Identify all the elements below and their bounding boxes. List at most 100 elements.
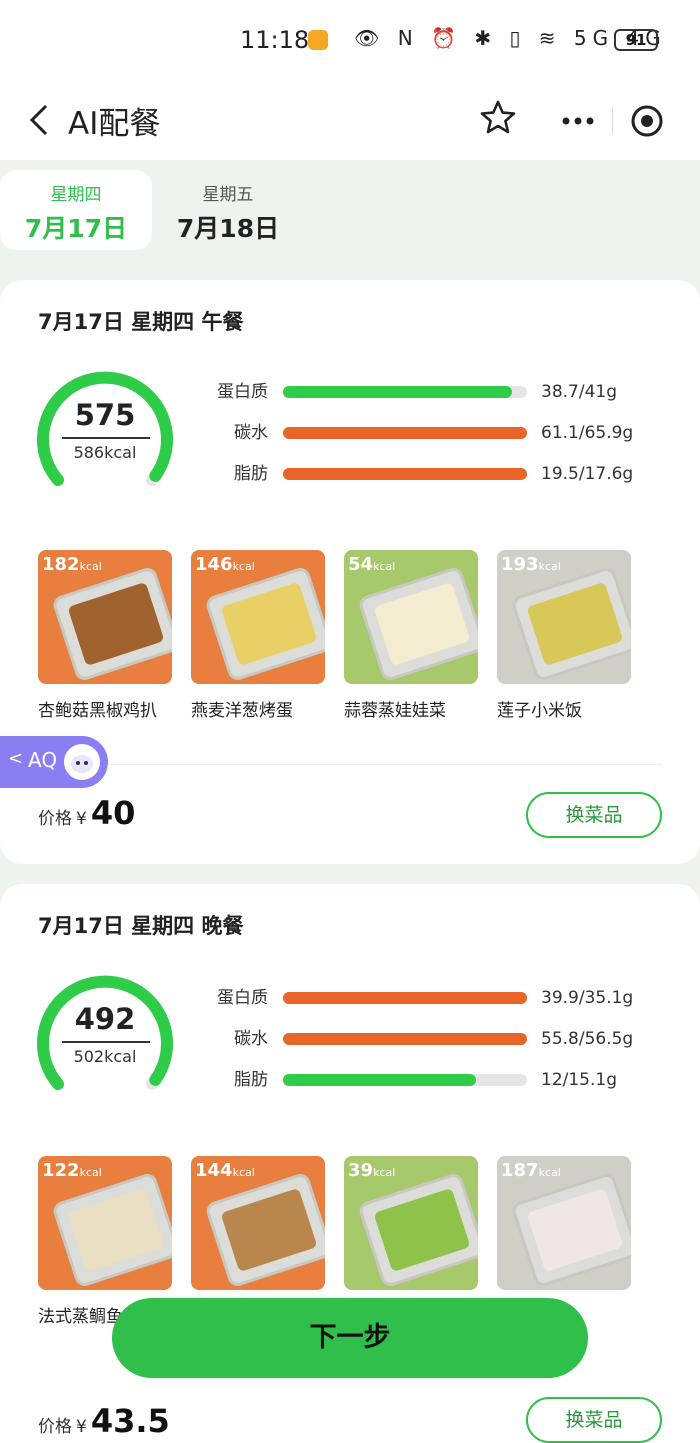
macro-value: 19.5/17.6g <box>541 464 634 484</box>
card-divider <box>38 764 662 765</box>
meal-title: 7月17日 星期四 午餐 <box>38 310 244 334</box>
dish-photo: 193kcal <box>497 550 631 684</box>
lunch-card: 7月17日 星期四 午餐 575 586kcal 蛋白质 38.7/41g 碳水… <box>0 280 700 864</box>
macro-value: 55.8/56.5g <box>541 1029 634 1049</box>
macro-track <box>283 992 527 1004</box>
dish-card[interactable]: 146kcal 燕麦洋葱烤蛋 <box>191 550 325 721</box>
dish-tray <box>357 1171 478 1289</box>
dish-kcal: 187kcal <box>501 1160 561 1181</box>
page-title: AI配餐 <box>68 106 161 142</box>
tab-date: 7月18日 <box>176 214 280 243</box>
price-value: 40 <box>90 794 136 832</box>
macro-label: 碳水 <box>234 423 268 443</box>
dish-photo: 182kcal <box>38 550 172 684</box>
dish-card[interactable]: 187kcal <box>497 1156 631 1302</box>
dish-kcal: 182kcal <box>42 554 102 575</box>
dish-tray <box>204 565 325 683</box>
dish-tray <box>510 565 631 683</box>
calorie-divider <box>62 437 150 439</box>
app-notification-icon <box>308 30 328 50</box>
macro-value: 12/15.1g <box>541 1070 618 1090</box>
dish-name: 燕麦洋葱烤蛋 <box>191 701 293 721</box>
macro-label: 脂肪 <box>234 464 268 484</box>
dish-tray <box>510 1171 631 1289</box>
dish-food <box>373 581 471 667</box>
price-label: 价格 <box>38 1417 72 1437</box>
dish-card[interactable]: 182kcal 杏鲍菇黑椒鸡扒 <box>38 550 172 721</box>
dish-kcal: 54kcal <box>348 554 396 575</box>
dish-tray <box>204 1171 325 1289</box>
nav-bar: AI配餐 <box>0 82 700 160</box>
tab-friday[interactable]: 星期五 7月18日 <box>152 170 304 250</box>
tab-weekday: 星期五 <box>202 185 254 205</box>
calorie-divider <box>62 1041 150 1043</box>
dish-kcal: 144kcal <box>195 1160 255 1181</box>
dish-photo: 122kcal <box>38 1156 172 1290</box>
macro-label: 蛋白质 <box>217 382 268 402</box>
dish-card[interactable]: 144kcal <box>191 1156 325 1302</box>
tab-weekday: 星期四 <box>50 185 102 205</box>
macro-fill <box>283 468 527 480</box>
macro-row-fat: 脂肪 19.5/17.6g <box>200 459 660 489</box>
macro-row-carbs: 碳水 55.8/56.5g <box>200 1024 660 1054</box>
macro-row-fat: 脂肪 12/15.1g <box>200 1065 660 1095</box>
mini-program-capsule <box>540 96 680 146</box>
price-value: 43.5 <box>90 1402 170 1440</box>
dish-food <box>526 581 624 667</box>
calorie-target: 502kcal <box>73 1047 137 1066</box>
dish-card[interactable]: 39kcal <box>344 1156 478 1302</box>
dish-name: 蒜蓉蒸娃娃菜 <box>344 701 446 721</box>
dish-tray <box>51 565 172 683</box>
next-step-button[interactable]: 下一步 <box>112 1298 588 1378</box>
more-icon[interactable] <box>558 108 598 134</box>
macro-row-protein: 蛋白质 38.7/41g <box>200 377 660 407</box>
chevron-left-icon: < <box>8 748 24 769</box>
dish-kcal: 39kcal <box>348 1160 396 1181</box>
dish-photo: 144kcal <box>191 1156 325 1290</box>
tab-thursday[interactable]: 星期四 7月17日 <box>0 170 152 250</box>
calorie-value: 575 <box>74 398 136 432</box>
dish-kcal: 146kcal <box>195 554 255 575</box>
status-time: 11:18 <box>240 26 310 54</box>
dish-tray <box>51 1171 172 1289</box>
price-row: 价格 ¥43.5 <box>38 1402 170 1440</box>
currency-symbol: ¥ <box>76 809 87 829</box>
status-bar: 11:18 👁 N ⏰ ✱ ▯ ≋ 5G 4G 91 <box>0 0 700 82</box>
tab-date: 7月17日 <box>24 214 128 243</box>
dish-kcal: 193kcal <box>501 554 561 575</box>
price-label: 价格 <box>38 809 72 829</box>
macro-label: 脂肪 <box>234 1070 268 1090</box>
dish-food <box>67 1187 165 1273</box>
target-icon[interactable] <box>630 104 664 138</box>
macro-track <box>283 468 527 480</box>
macro-fill <box>283 1033 527 1045</box>
capsule-divider <box>612 108 613 134</box>
currency-symbol: ¥ <box>76 1417 87 1437</box>
swap-dishes-button[interactable]: 换菜品 <box>526 792 662 838</box>
macro-row-protein: 蛋白质 39.9/35.1g <box>200 983 660 1013</box>
dish-card[interactable]: 54kcal 蒜蓉蒸娃娃菜 <box>344 550 478 721</box>
macro-value: 38.7/41g <box>541 382 618 402</box>
calorie-value: 492 <box>74 1002 136 1036</box>
macro-fill <box>283 427 527 439</box>
dish-food <box>373 1187 471 1273</box>
dish-photo: 146kcal <box>191 550 325 684</box>
dish-food <box>220 1187 318 1273</box>
meal-title: 7月17日 星期四 晚餐 <box>38 914 244 938</box>
macro-track <box>283 427 527 439</box>
dish-food <box>67 581 165 667</box>
dish-food <box>220 581 318 667</box>
battery-indicator: 91 <box>614 29 658 51</box>
star-icon[interactable] <box>478 98 518 138</box>
dish-photo: 54kcal <box>344 550 478 684</box>
assistant-floating-button[interactable]: < AQ <box>0 736 108 788</box>
dish-card[interactable]: 193kcal 莲子小米饭 <box>497 550 631 721</box>
dish-list: 182kcal 杏鲍菇黑椒鸡扒 146kcal 燕麦洋葱烤蛋 54kcal 蒜蓉… <box>38 550 638 721</box>
dish-kcal: 122kcal <box>42 1160 102 1181</box>
assistant-label: AQ <box>28 748 58 772</box>
dish-photo: 187kcal <box>497 1156 631 1290</box>
dish-food <box>526 1187 624 1273</box>
swap-dishes-button[interactable]: 换菜品 <box>526 1397 662 1443</box>
macro-value: 61.1/65.9g <box>541 423 634 443</box>
chevron-left-icon[interactable] <box>22 100 62 140</box>
